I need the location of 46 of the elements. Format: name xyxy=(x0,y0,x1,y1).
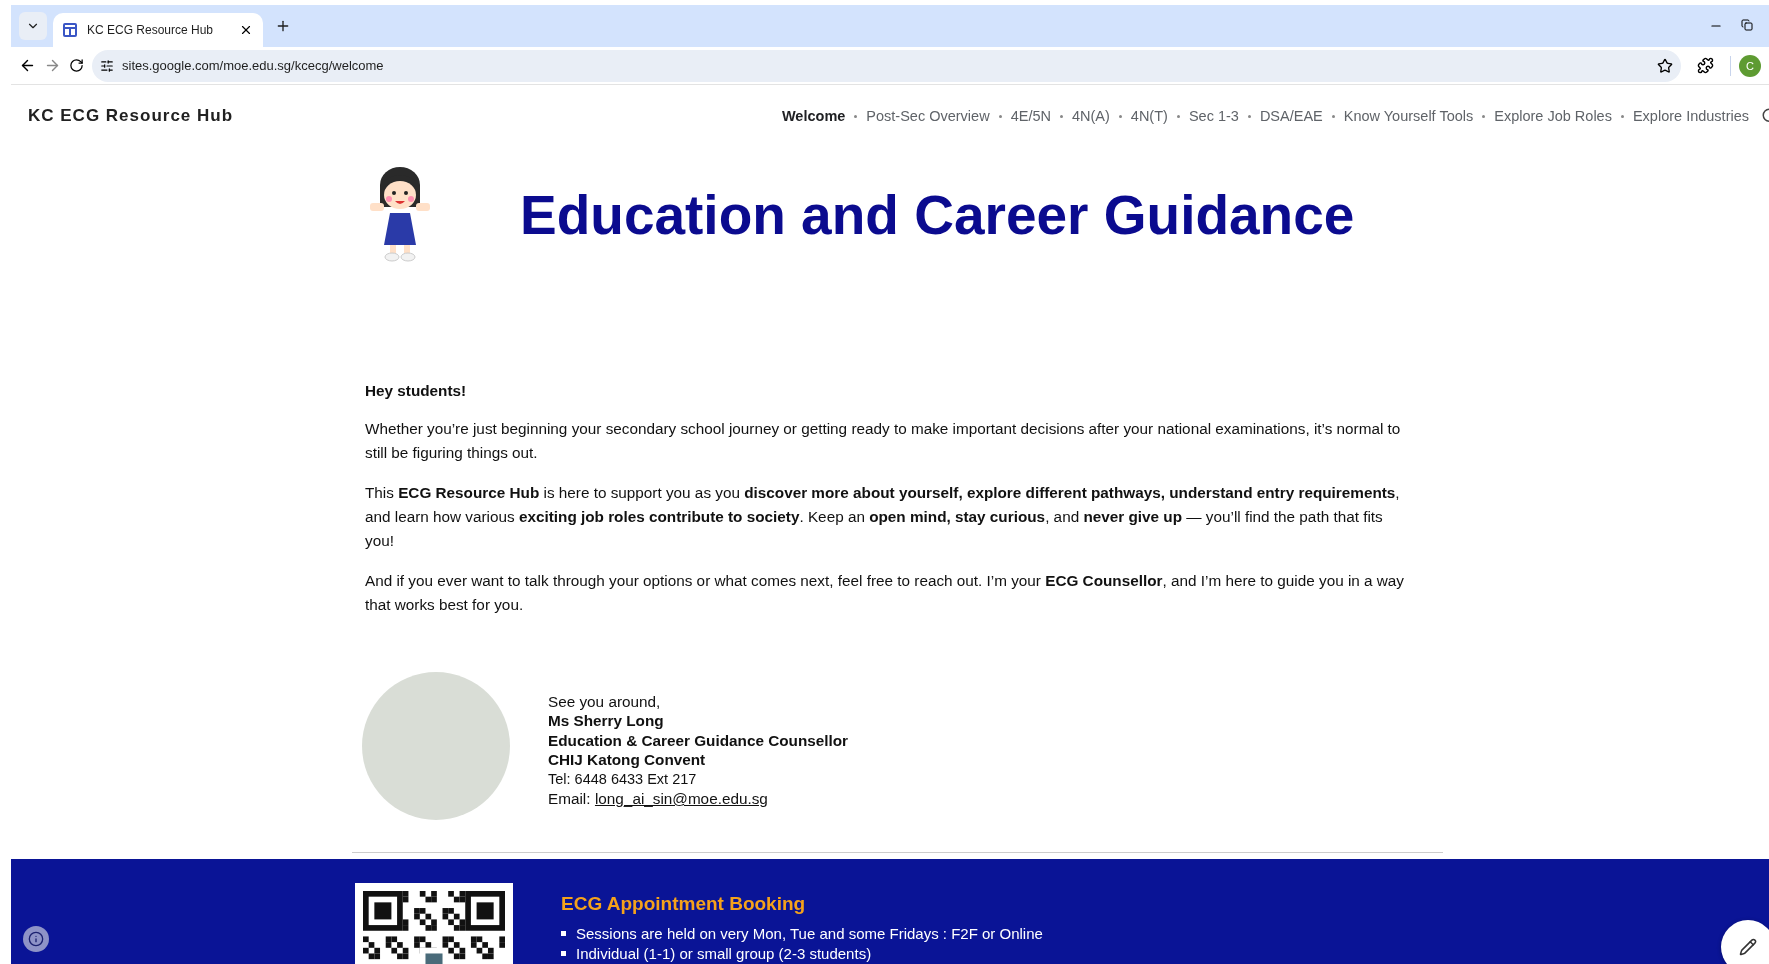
profile-avatar[interactable]: C xyxy=(1739,54,1761,77)
bookmark-star-icon[interactable] xyxy=(1657,57,1673,74)
site-title: KC ECG Resource Hub xyxy=(28,106,235,126)
nav-link[interactable]: Explore Industries xyxy=(1632,108,1749,124)
intro-paragraph: This ECG Resource Hub is here to support you as you discover more about yourself, explore different pathways, understand entry requirements, and learn how various exciting job roles contribute to society. Keep an open mind, stay curious, and never give up — you’ll find the path that fits you! xyxy=(365,483,1401,551)
nav-link[interactable]: 4E/5N xyxy=(1010,108,1051,124)
back-icon[interactable] xyxy=(19,57,36,74)
address-bar[interactable]: sites.google.com/moe.edu.sg/kcecg/welcome xyxy=(92,49,1681,82)
bullet-icon xyxy=(561,930,566,936)
info-icon xyxy=(28,931,44,947)
nav-link[interactable]: Know Yourself Tools xyxy=(1343,108,1474,124)
site-info-icon[interactable] xyxy=(100,58,114,73)
signature-text: Ms Sherry Long xyxy=(548,711,665,731)
nav-link[interactable]: Post-Sec Overview xyxy=(866,108,990,124)
email-label: Email: xyxy=(548,790,591,807)
signature-text: See you around, xyxy=(548,691,662,711)
nav-link[interactable]: Sec 1-3 xyxy=(1188,108,1239,124)
phone-text: Tel: 6448 6433 Ext 217 xyxy=(548,769,698,789)
page-title: Education and Career Guidance xyxy=(520,183,1355,247)
nav-link[interactable]: 4N(A) xyxy=(1071,108,1110,124)
forward-icon[interactable] xyxy=(44,57,61,74)
intro-paragraph: Whether you’re just beginning your secondary school journey or getting ready to make important decisions after your national examinations, it’s normal to still be figuring things out. xyxy=(365,419,1402,463)
signature-text: CHIJ Katong Convent xyxy=(548,750,707,770)
nav-link[interactable]: 4N(T) xyxy=(1130,108,1168,124)
close-icon[interactable] xyxy=(239,23,253,37)
site-favicon-icon xyxy=(63,23,77,37)
plus-icon xyxy=(275,18,291,34)
restore-icon[interactable] xyxy=(1741,19,1753,31)
tab-title: KC ECG Resource Hub xyxy=(87,23,215,37)
info-button[interactable] xyxy=(23,926,49,952)
browser-tab[interactable]: KC ECG Resource Hub xyxy=(53,13,263,47)
signature-text: Education & Career Guidance Counsellor xyxy=(548,730,849,750)
nav-link[interactable]: Explore Job Roles xyxy=(1494,108,1612,124)
pencil-icon xyxy=(1739,938,1757,956)
email-link[interactable]: long_ai_sin@moe.edu.sg xyxy=(594,790,768,807)
intro-paragraph: And if you ever want to talk through your options or what comes next, feel free to reach out. I’m your ECG Counsellor, and I’m here to guide you in a way that works best for you. xyxy=(365,571,1405,615)
extensions-icon[interactable] xyxy=(1697,57,1714,74)
booking-item: Individual (1-1) or small group (2-3 students) xyxy=(576,945,872,963)
edit-button[interactable] xyxy=(1721,920,1769,964)
booking-item: Sessions are held on very Mon, Tue and some Fridays : F2F or Online xyxy=(576,924,1043,942)
reload-icon[interactable] xyxy=(69,58,84,73)
booking-heading: ECG Appointment Booking xyxy=(561,893,807,915)
nav-link[interactable]: DSA/EAE xyxy=(1259,108,1323,124)
greeting-text: Hey students! xyxy=(365,381,468,401)
bullet-icon xyxy=(561,951,566,957)
nav-link[interactable]: Welcome xyxy=(781,108,846,124)
